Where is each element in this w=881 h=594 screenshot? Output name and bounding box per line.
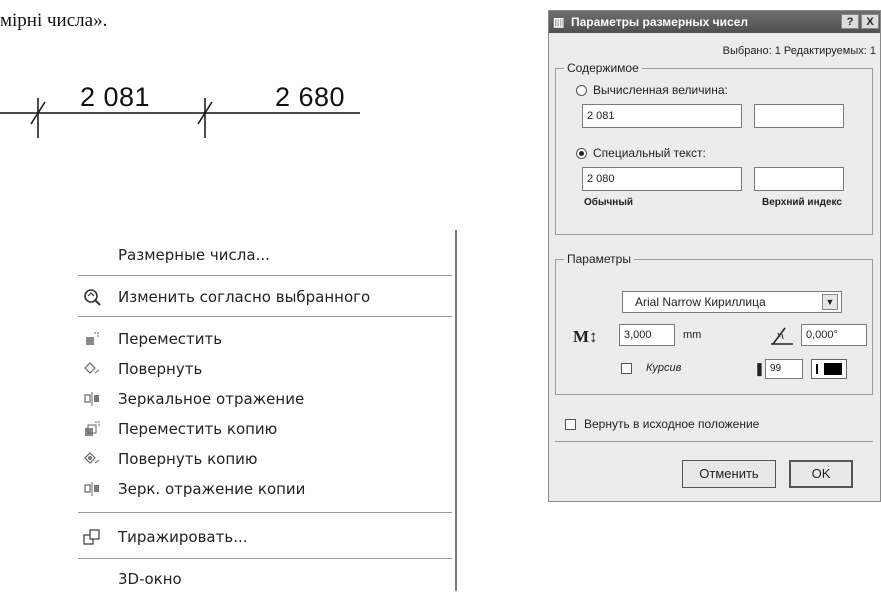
- special-text-field[interactable]: 2 080: [582, 167, 742, 191]
- reset-position-label: Вернуть в исходное положение: [584, 417, 760, 431]
- help-button[interactable]: ?: [841, 14, 859, 29]
- menu-separator: [78, 275, 452, 276]
- menu-separator: [78, 512, 452, 513]
- menu-item-move-copy[interactable]: Переместить копию: [70, 414, 453, 444]
- menu-item-dimension-numbers[interactable]: Размерные числа...: [70, 240, 453, 270]
- computed-value-field[interactable]: 2 081: [582, 104, 742, 128]
- mirror-icon: [83, 390, 101, 408]
- cancel-button[interactable]: Отменить: [682, 460, 776, 488]
- menu-separator: [78, 316, 452, 317]
- special-text-radio[interactable]: Специальный текст:: [576, 146, 706, 160]
- menu-item-label: Повернуть: [118, 360, 203, 378]
- menu-item-duplicate[interactable]: Тиражировать...: [70, 522, 453, 552]
- font-value: Arial Narrow Кириллица: [635, 295, 766, 309]
- rotate-copy-icon: [83, 450, 101, 468]
- mirror-copy-icon: [83, 480, 101, 498]
- dialog-titlebar: ▥ Параметры размерных чисел ? X: [549, 11, 880, 33]
- menu-item-move[interactable]: Переместить: [70, 324, 453, 354]
- content-group-label: Содержимое: [564, 61, 642, 75]
- text-size-field[interactable]: 3,000: [619, 324, 675, 346]
- menu-item-label: Зеркальное отражение: [118, 390, 305, 408]
- reset-position-checkbox[interactable]: [565, 418, 576, 430]
- menu-item-modify-by-selection[interactable]: Изменить согласно выбранного: [70, 282, 453, 312]
- menu-item-label: Зерк. отражение копии: [118, 480, 306, 498]
- text-size-unit: mm: [683, 329, 702, 341]
- computed-extra-field[interactable]: [754, 104, 844, 128]
- dimension-text-settings-dialog: ▥ Параметры размерных чисел ? X Выбрано:…: [548, 10, 881, 502]
- content-group: Содержимое Вычисленная величина: 2 081 С…: [555, 61, 873, 235]
- menu-item-rotate[interactable]: Повернуть: [70, 354, 453, 384]
- ok-button[interactable]: OK: [789, 460, 853, 488]
- menu-item-mirror[interactable]: Зеркальное отражение: [70, 384, 453, 414]
- text-size-icon: M↕: [573, 327, 598, 346]
- menu-item-rotate-copy[interactable]: Повернуть копию: [70, 444, 453, 474]
- pen-color-swatch[interactable]: [811, 359, 847, 379]
- selection-status: Выбрано: 1 Редактируемых: 1: [722, 45, 876, 57]
- menu-item-label: Переместить: [118, 330, 223, 348]
- rotate-icon: [83, 360, 101, 378]
- dimension-value-right: 2 680: [275, 82, 346, 112]
- radio-computed[interactable]: [576, 84, 587, 96]
- menu-separator: [78, 558, 452, 559]
- italic-checkbox-row[interactable]: Курсив: [621, 362, 681, 374]
- menu-item-label: Повернуть копию: [118, 450, 258, 468]
- italic-checkbox[interactable]: [621, 362, 632, 374]
- move-icon: [83, 330, 101, 348]
- menu-item-mirror-copy[interactable]: Зерк. отражение копии: [70, 474, 453, 504]
- context-menu: Размерные числа... Изменить согласно выб…: [70, 230, 457, 591]
- parameters-group-label: Параметры: [564, 252, 634, 266]
- special-label: Специальный текст:: [593, 146, 706, 160]
- superscript-field[interactable]: [754, 167, 844, 191]
- pen-number-field[interactable]: 99: [765, 359, 803, 379]
- move-copy-icon: [83, 420, 101, 438]
- magnifier-icon: [83, 288, 101, 306]
- computed-value-radio[interactable]: Вычисленная величина:: [576, 83, 728, 97]
- computed-label: Вычисленная величина:: [593, 83, 728, 97]
- pen-icon: ❚: [754, 361, 765, 376]
- normal-caption: Обычный: [584, 197, 634, 208]
- menu-item-label: Изменить согласно выбранного: [118, 288, 371, 306]
- menu-item-label: Тиражировать...: [118, 528, 248, 546]
- superscript-caption: Верхний индекс: [762, 197, 842, 208]
- duplicate-icon: [83, 528, 101, 546]
- menu-item-3d-window[interactable]: 3D-окно: [70, 564, 453, 594]
- chevron-down-icon[interactable]: ▼: [822, 294, 838, 310]
- text-angle-icon: [769, 323, 795, 352]
- radio-special[interactable]: [576, 147, 587, 159]
- font-select[interactable]: Arial Narrow Кириллица ▼: [622, 291, 842, 313]
- close-button[interactable]: X: [861, 14, 879, 29]
- italic-label: Курсив: [646, 362, 682, 374]
- dialog-divider: [555, 441, 873, 442]
- document-text: мірні числа».: [0, 10, 108, 31]
- menu-item-label: Размерные числа...: [118, 246, 270, 264]
- dialog-title: Параметры размерных чисел: [571, 15, 748, 29]
- reset-position-row[interactable]: Вернуть в исходное положение: [565, 417, 759, 431]
- text-angle-field[interactable]: 0,000°: [801, 324, 867, 346]
- dialog-app-icon: ▥: [553, 15, 565, 29]
- menu-item-label: 3D-окно: [118, 570, 182, 588]
- menu-item-label: Переместить копию: [118, 420, 278, 438]
- dimension-value-left: 2 081: [80, 82, 151, 112]
